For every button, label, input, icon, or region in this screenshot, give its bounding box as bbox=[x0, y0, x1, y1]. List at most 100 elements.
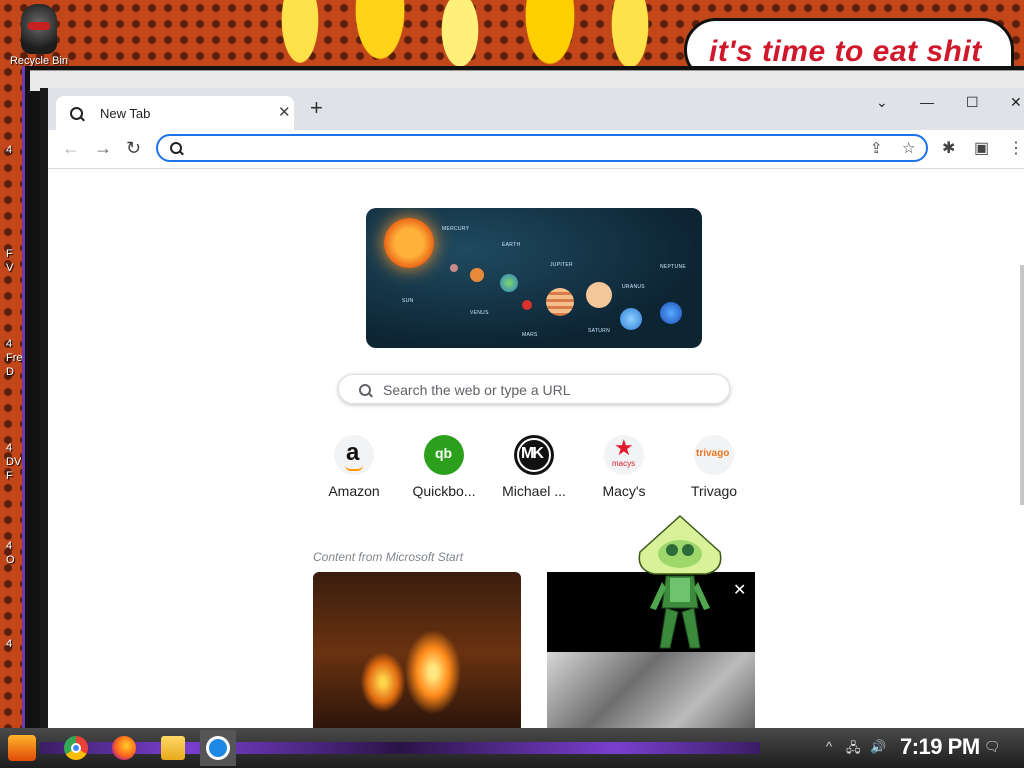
reload-button[interactable]: ↻ bbox=[126, 138, 141, 159]
michael-kors-icon: MK bbox=[514, 435, 554, 475]
desktop-icon-fragment[interactable]: 4 bbox=[6, 338, 12, 350]
side-panel-icon[interactable]: ▣ bbox=[974, 138, 989, 158]
news-card-image bbox=[547, 652, 755, 730]
browser-window: New Tab ✕ + ⌄ — ☐ ✕ ← → ↻ ⇪ ☆ ✱ ▣ ⋮ SUN … bbox=[40, 88, 1024, 730]
wallpaper-flames bbox=[260, 0, 690, 70]
close-window-button[interactable]: ✕ bbox=[1010, 94, 1022, 111]
shortcut-label: Trivago bbox=[690, 483, 738, 499]
chrome-icon[interactable] bbox=[64, 736, 88, 760]
search-icon bbox=[359, 384, 371, 396]
macys-icon-glyph: macys bbox=[612, 459, 636, 468]
doodle-label-venus: VENUS bbox=[470, 310, 489, 316]
doodle-label-uranus: URANUS bbox=[622, 284, 645, 290]
shortcut-label: Macy's bbox=[602, 483, 646, 499]
sun-planet bbox=[384, 218, 434, 268]
taskbar-clock[interactable]: 7:19 PM bbox=[900, 734, 980, 760]
search-icon bbox=[70, 107, 83, 120]
taskbar-stripe bbox=[40, 742, 760, 754]
doodle-label-mars: MARS bbox=[522, 332, 538, 338]
search-icon bbox=[170, 142, 182, 154]
shortcut-michael-kors[interactable]: MK Michael ... bbox=[494, 435, 574, 499]
active-app-icon[interactable] bbox=[206, 736, 230, 760]
mars-planet bbox=[522, 300, 532, 310]
desktop-icon-fragment[interactable]: F bbox=[6, 248, 13, 260]
new-tab-page: SUN MERCURY VENUS EARTH MARS JUPITER SAT… bbox=[48, 169, 1024, 730]
trivago-icon: trivago bbox=[694, 435, 734, 475]
shortcut-amazon[interactable]: a Amazon bbox=[314, 435, 394, 499]
recycle-bin-shortcut[interactable]: Recycle Bin bbox=[8, 4, 70, 67]
doodle-label-neptune: NEPTUNE bbox=[660, 264, 686, 270]
tab-close-icon[interactable]: ✕ bbox=[278, 103, 291, 121]
amazon-icon: a bbox=[334, 435, 374, 475]
desktop-icon-fragment[interactable]: D bbox=[6, 366, 14, 378]
search-placeholder: Search the web or type a URL bbox=[383, 382, 571, 398]
menu-icon[interactable]: ⋮ bbox=[1008, 138, 1024, 158]
browser-toolbar: ← → ↻ ⇪ ☆ ✱ ▣ ⋮ bbox=[48, 130, 1024, 169]
firefox-icon[interactable] bbox=[112, 736, 136, 760]
tab-strip: New Tab ✕ + ⌄ — ☐ ✕ bbox=[48, 88, 1024, 130]
desktop-icon-fragment[interactable]: 4 bbox=[6, 638, 12, 650]
page-scrollbar[interactable] bbox=[1020, 265, 1024, 505]
saturn-planet bbox=[586, 282, 612, 308]
desktop-icon-fragment[interactable]: Fre bbox=[6, 352, 23, 364]
solar-system-doodle[interactable]: SUN MERCURY VENUS EARTH MARS JUPITER SAT… bbox=[366, 208, 702, 348]
desktop-icon-fragment[interactable]: 4 bbox=[6, 442, 12, 454]
doodle-label-saturn: SATURN bbox=[588, 328, 610, 334]
doodle-label-sun: SUN bbox=[402, 298, 414, 304]
desktop-character-overlay[interactable] bbox=[632, 512, 728, 652]
file-explorer-icon[interactable] bbox=[161, 736, 185, 760]
back-button[interactable]: ← bbox=[62, 138, 80, 159]
shortcut-trivago[interactable]: trivago Trivago bbox=[674, 435, 754, 499]
desktop-icon-fragment[interactable]: V bbox=[6, 262, 13, 274]
maximize-button[interactable]: ☐ bbox=[966, 94, 979, 111]
minimize-button[interactable]: — bbox=[920, 94, 934, 110]
news-card-fire[interactable] bbox=[313, 572, 521, 730]
new-tab-button[interactable]: + bbox=[310, 96, 323, 120]
shortcut-label: Amazon bbox=[328, 483, 380, 499]
tray-chevron-icon[interactable]: ^ bbox=[826, 739, 832, 754]
doodle-label-earth: EARTH bbox=[502, 242, 521, 248]
card-close-icon[interactable]: ✕ bbox=[733, 580, 746, 600]
desktop-icon-fragment[interactable]: F bbox=[6, 470, 13, 482]
bookmark-star-icon[interactable]: ☆ bbox=[902, 139, 915, 157]
jupiter-planet bbox=[546, 288, 574, 316]
doodle-label-jupiter: JUPITER bbox=[550, 262, 573, 268]
tab-new-tab[interactable]: New Tab ✕ bbox=[56, 96, 294, 130]
network-icon[interactable]: 🖧 bbox=[846, 739, 861, 761]
tab-search-dropdown-icon[interactable]: ⌄ bbox=[876, 94, 888, 111]
shortcut-label: Quickbo... bbox=[412, 483, 476, 499]
tab-title: New Tab bbox=[100, 106, 151, 121]
desktop-icon-fragment[interactable]: DV bbox=[6, 456, 21, 468]
search-input[interactable]: Search the web or type a URL bbox=[338, 374, 730, 404]
volume-icon[interactable]: 🔊 bbox=[870, 739, 886, 755]
notifications-icon[interactable]: 🗨 bbox=[984, 739, 1001, 755]
taskbar: ^ 🖧 🔊 7:19 PM 🗨 bbox=[0, 728, 1024, 768]
michael-kors-icon-glyph: MK bbox=[521, 445, 544, 462]
desktop-icon-fragment[interactable]: 4 bbox=[6, 144, 12, 156]
amazon-icon-glyph: a bbox=[346, 439, 360, 466]
neptune-planet bbox=[660, 302, 682, 324]
mercury-planet bbox=[450, 264, 458, 272]
uranus-planet bbox=[620, 308, 642, 330]
quickbooks-icon-glyph: qb bbox=[435, 445, 453, 461]
share-icon[interactable]: ⇪ bbox=[870, 139, 883, 157]
shortcut-quickbooks[interactable]: qb Quickbo... bbox=[404, 435, 484, 499]
content-source-label: Content from Microsoft Start bbox=[313, 550, 464, 564]
shortcut-label: Michael ... bbox=[502, 483, 566, 499]
amazon-smile-icon bbox=[345, 465, 363, 471]
venus-planet bbox=[470, 268, 484, 282]
earth-planet bbox=[500, 274, 518, 292]
address-bar[interactable]: ⇪ ☆ bbox=[156, 134, 928, 162]
desktop-icon-fragment[interactable]: O bbox=[6, 554, 15, 566]
desktop-icon-strip: 4 F V 4 Fre D 4 DV F 4 O 4 bbox=[0, 100, 24, 720]
shortcut-macys[interactable]: ★ macys Macy's bbox=[584, 435, 664, 499]
forward-button[interactable]: → bbox=[94, 138, 112, 159]
recycle-bin-icon bbox=[21, 4, 57, 54]
doodle-label-mercury: MERCURY bbox=[442, 226, 470, 232]
desktop-icon-fragment[interactable]: 4 bbox=[6, 540, 12, 552]
macys-star-icon: ★ bbox=[614, 435, 634, 460]
start-button[interactable] bbox=[8, 735, 36, 761]
macys-icon: ★ macys bbox=[604, 435, 644, 475]
trivago-icon-glyph: trivago bbox=[696, 448, 730, 459]
extensions-icon[interactable]: ✱ bbox=[942, 138, 955, 158]
